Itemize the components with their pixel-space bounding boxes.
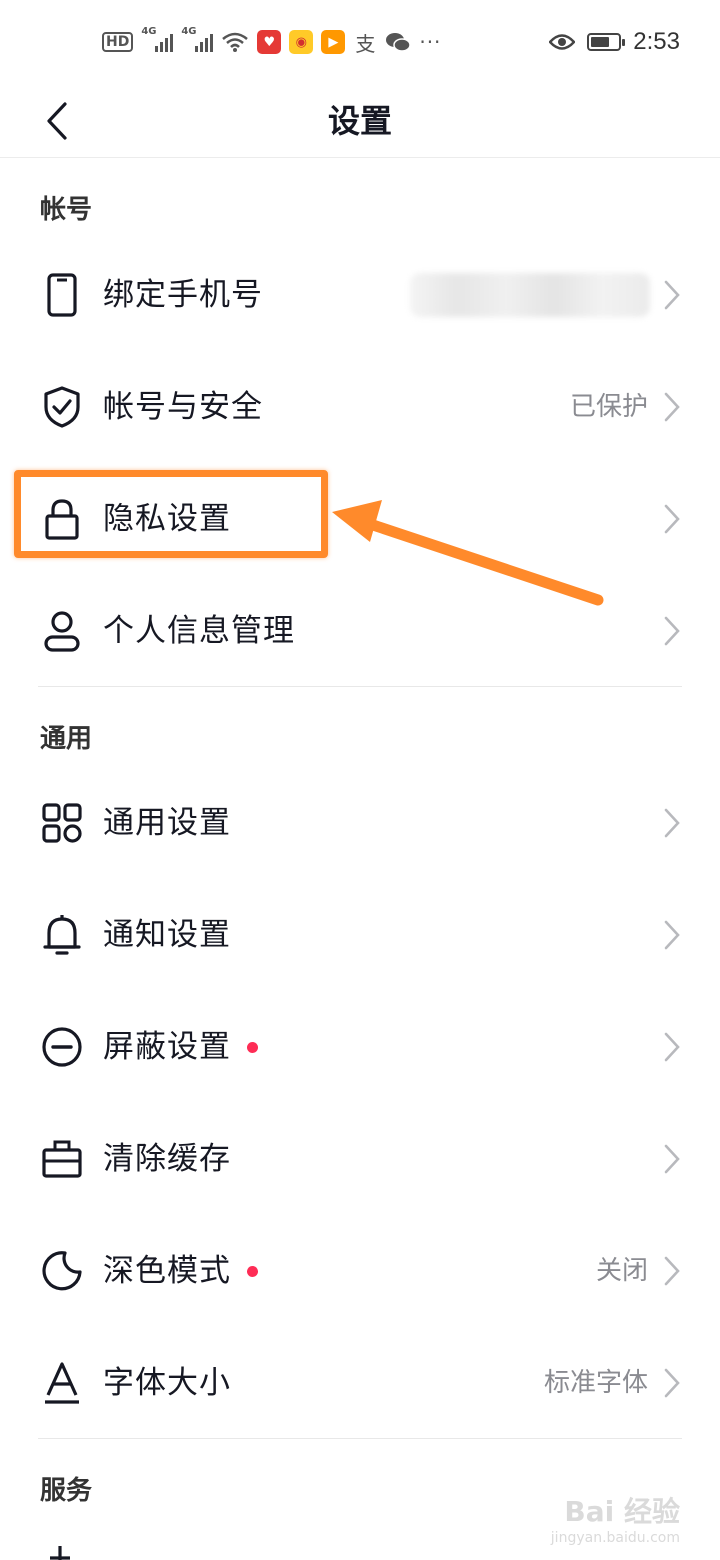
status-left: HD 4G 4G ♥ ◉ ▶ 支 ··· <box>102 26 441 58</box>
row-notification-settings[interactable]: 通知设置 <box>0 879 720 991</box>
battery-icon <box>587 33 626 51</box>
row-value: 标准字体 <box>543 1368 648 1398</box>
new-badge-dot <box>247 1042 258 1053</box>
row-label: 绑定手机号 <box>103 277 263 313</box>
chevron-right-icon <box>664 1144 680 1174</box>
moon-icon <box>40 1249 84 1293</box>
page-title: 设置 <box>327 102 392 140</box>
row-dark-mode[interactable]: 深色模式 关闭 <box>0 1215 720 1327</box>
annotation-highlight-box <box>14 470 328 558</box>
watermark-brand: Bai 经验 <box>564 1495 680 1528</box>
signal-1-icon: 4G <box>141 26 174 52</box>
row-bind-phone[interactable]: 绑定手机号 <box>0 239 720 351</box>
shield-check-icon <box>40 385 84 429</box>
row-label: 通用设置 <box>103 805 231 841</box>
row-font-size[interactable]: 字体大小 标准字体 <box>0 1327 720 1439</box>
row-label: 屏蔽设置 <box>103 1029 231 1065</box>
alipay-icon: 支 <box>355 31 376 56</box>
status-right: 2:53 <box>549 24 680 60</box>
section-title-service: 服务 <box>40 1476 93 1506</box>
phone-icon <box>40 273 84 317</box>
grid-icon <box>40 801 84 845</box>
chevron-right-icon <box>664 920 680 950</box>
section-divider <box>38 686 682 687</box>
toolbox-icon <box>40 1137 84 1181</box>
overflow-icon: ··· <box>419 30 442 54</box>
block-icon <box>40 1025 84 1069</box>
row-value: 已保护 <box>569 392 648 422</box>
chevron-right-icon <box>664 1032 680 1062</box>
row-label: 个人信息管理 <box>103 613 295 649</box>
new-badge-dot <box>247 1266 258 1277</box>
bell-icon <box>40 913 84 957</box>
wifi-icon <box>222 32 249 52</box>
chevron-right-icon <box>664 1256 680 1286</box>
row-label: 深色模式 <box>103 1253 231 1289</box>
status-bar: HD 4G 4G ♥ ◉ ▶ 支 ··· 2:53 <box>0 0 720 84</box>
wechat-icon <box>386 33 412 52</box>
weibo-icon: ◉ <box>289 30 314 54</box>
signal-2-icon: 4G <box>181 26 214 52</box>
row-label: 字体大小 <box>103 1365 231 1401</box>
section-title-account: 帐号 <box>40 195 93 225</box>
red-app-icon: ♥ <box>257 30 282 54</box>
row-label: 帐号与安全 <box>103 389 263 425</box>
chevron-right-icon <box>664 504 680 534</box>
section-divider <box>38 1438 682 1439</box>
row-clear-cache[interactable]: 清除缓存 <box>0 1103 720 1215</box>
masked-phone-number <box>410 273 650 317</box>
watermark-url: jingyan.baidu.com <box>550 1530 680 1546</box>
partial-service-icon <box>50 1546 70 1560</box>
chevron-right-icon <box>664 392 680 422</box>
video-app-icon: ▶ <box>321 30 346 54</box>
font-icon <box>40 1361 84 1405</box>
row-label: 清除缓存 <box>103 1141 231 1177</box>
row-label: 通知设置 <box>103 917 231 953</box>
row-general-settings[interactable]: 通用设置 <box>0 767 720 879</box>
chevron-right-icon <box>664 280 680 310</box>
chevron-right-icon <box>664 808 680 838</box>
row-account-security[interactable]: 帐号与安全 已保护 <box>0 351 720 463</box>
status-time: 2:53 <box>633 28 680 55</box>
hd-indicator: HD <box>102 32 134 52</box>
row-block-settings[interactable]: 屏蔽设置 <box>0 991 720 1103</box>
nav-bar: 设置 <box>0 84 720 158</box>
chevron-right-icon <box>664 1368 680 1398</box>
row-value: 关闭 <box>595 1256 648 1286</box>
chevron-right-icon <box>664 616 680 646</box>
eye-icon <box>549 34 576 50</box>
annotation-arrow <box>332 500 604 606</box>
watermark: Bai 经验 jingyan.baidu.com <box>551 1490 680 1546</box>
person-icon <box>40 609 84 653</box>
section-title-general: 通用 <box>40 724 93 754</box>
